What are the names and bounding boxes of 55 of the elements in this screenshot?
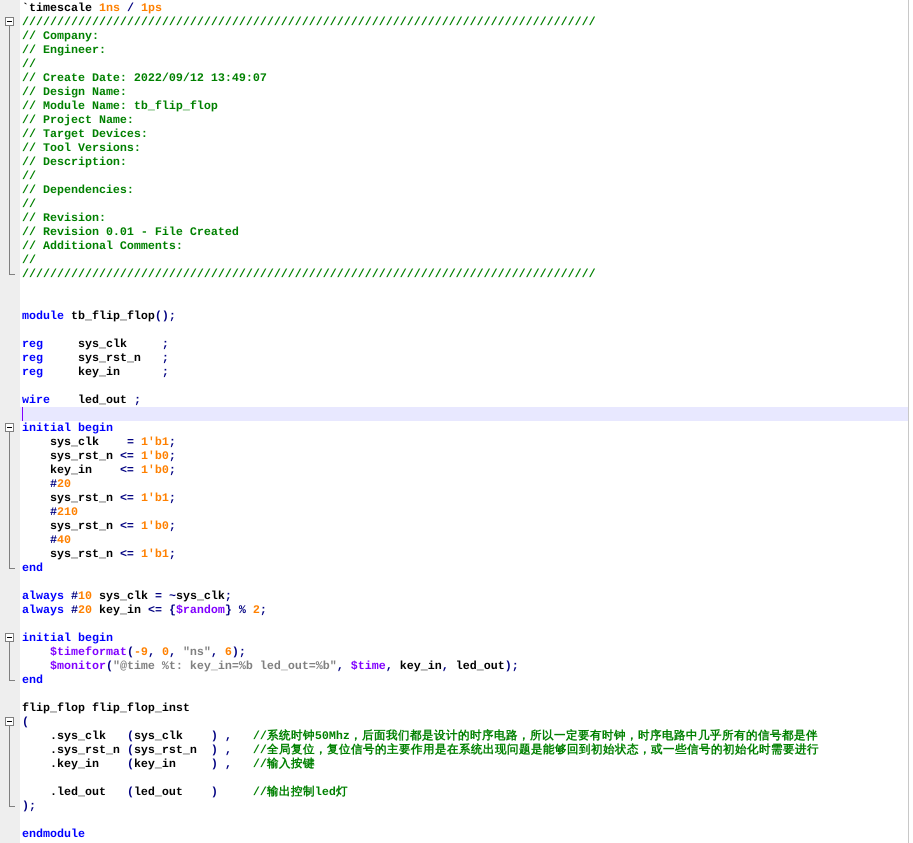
code-line: // bbox=[21, 169, 37, 183]
code-line: `timescale 1ns / 1ps bbox=[21, 1, 163, 15]
fold-toggle-icon[interactable] bbox=[5, 717, 14, 726]
code-line: sys_clk = 1'b1; bbox=[48, 435, 177, 449]
code-line: // Create Date: 2022/09/12 13:49:07 bbox=[21, 71, 268, 85]
code-line: endmodule bbox=[21, 827, 86, 841]
code-line: // Description: bbox=[21, 155, 128, 169]
code-line: reg sys_clk ; bbox=[21, 337, 170, 351]
code-line: #210 bbox=[48, 505, 79, 519]
code-line: always #10 sys_clk = ~sys_clk; bbox=[21, 589, 233, 603]
fold-toggle-icon[interactable] bbox=[5, 633, 14, 642]
code-line: // Additional Comments: bbox=[21, 239, 184, 253]
text-cursor bbox=[22, 407, 23, 421]
code-line: // Target Devices: bbox=[21, 127, 149, 141]
code-line: // Engineer: bbox=[21, 43, 107, 57]
code-line: sys_rst_n <= 1'b1; bbox=[48, 547, 177, 561]
code-line: // bbox=[21, 197, 37, 211]
code-line: .sys_clk (sys_clk ) , //系统时钟50Mhz，后面我们都是设计的时序电路，所以一定要有时钟，时序电路中几乎所有的信号都是伴 bbox=[48, 729, 819, 743]
code-line: #20 bbox=[48, 477, 72, 491]
code-line: // Project Name: bbox=[21, 113, 135, 127]
code-line: $monitor("@time %t: key_in=%b led_out=%b", $time, key_in, led_out); bbox=[48, 659, 520, 673]
fold-toggle-icon[interactable] bbox=[5, 423, 14, 432]
code-line: end bbox=[21, 673, 44, 687]
code-line: sys_rst_n <= 1'b0; bbox=[48, 519, 177, 533]
code-line: end bbox=[21, 561, 44, 575]
code-line: module tb_flip_flop(); bbox=[21, 309, 177, 323]
code-line: // Module Name: tb_flip_flop bbox=[21, 99, 219, 113]
code-line: reg sys_rst_n ; bbox=[21, 351, 170, 365]
code-line: .sys_rst_n (sys_rst_n ) , //全局复位，复位信号的主要作用是在系统出现问题是能够回到初始状态，或一些信号的初始化时需要进行 bbox=[48, 743, 820, 757]
code-line: .led_out (led_out ) //输出控制led灯 bbox=[48, 785, 349, 799]
code-line: initial begin bbox=[21, 631, 114, 645]
code-line: sys_rst_n <= 1'b0; bbox=[48, 449, 177, 463]
code-line: // bbox=[21, 57, 37, 71]
code-line: // Tool Versions: bbox=[21, 141, 142, 155]
code-line: ); bbox=[21, 799, 37, 813]
code-line: reg key_in ; bbox=[21, 365, 170, 379]
code-line: // Revision 0.01 - File Created bbox=[21, 225, 240, 239]
code-line: $timeformat(-9, 0, "ns", 6); bbox=[48, 645, 247, 659]
code-line: // Design Name: bbox=[21, 85, 128, 99]
code-line: #40 bbox=[48, 533, 72, 547]
code-line: initial begin bbox=[21, 421, 114, 435]
code-line: always #20 key_in <= {$random} % 2; bbox=[21, 603, 268, 617]
code-line: key_in <= 1'b0; bbox=[48, 463, 177, 477]
code-line: flip_flop flip_flop_inst bbox=[21, 701, 191, 715]
code-line: ( bbox=[21, 715, 30, 729]
code-line: sys_rst_n <= 1'b1; bbox=[48, 491, 177, 505]
fold-toggle-icon[interactable] bbox=[5, 17, 14, 26]
code-line: .key_in (key_in ) , //输入按键 bbox=[48, 757, 316, 771]
code-line: wire led_out ; bbox=[21, 393, 142, 407]
code-line: ////////////////////////////////////////////////////////////////////////////////// bbox=[21, 15, 597, 29]
code-line: // Revision: bbox=[21, 211, 107, 225]
code-line: // bbox=[21, 253, 37, 267]
code-line: // Company: bbox=[21, 29, 100, 43]
code-line: // Dependencies: bbox=[21, 183, 135, 197]
code-line: ////////////////////////////////////////////////////////////////////////////////// bbox=[21, 267, 597, 281]
